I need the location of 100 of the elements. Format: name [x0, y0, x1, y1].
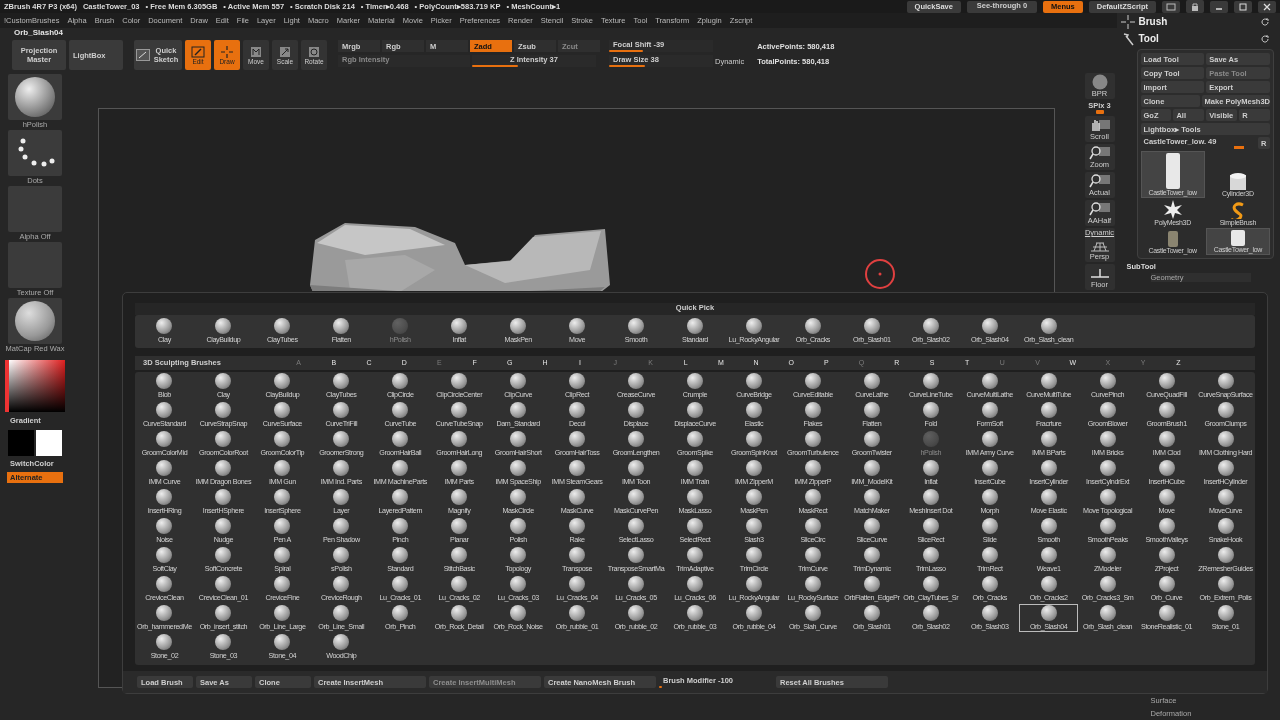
sphere-icon: [215, 430, 232, 447]
sphere-icon: [215, 604, 232, 621]
sphere-icon: [333, 372, 350, 389]
sphere-icon: [922, 401, 939, 418]
sphere-icon: [333, 318, 350, 335]
sphere-icon: [569, 546, 586, 563]
material-thumbnail[interactable]: [8, 298, 62, 344]
sphere-icon: [1158, 372, 1175, 389]
sphere-icon: [333, 401, 350, 418]
sphere-icon: [1217, 459, 1234, 476]
zoom-icon: [1088, 173, 1111, 189]
sphere-icon: [804, 318, 821, 335]
brush-thumbnail[interactable]: [8, 74, 62, 120]
sphere-icon: [274, 575, 291, 592]
sphere-icon: [215, 318, 232, 335]
circular-arrow-icon[interactable]: [1260, 33, 1270, 44]
sphere-icon: [1158, 430, 1175, 447]
sphere-icon: [1158, 401, 1175, 418]
color-picker[interactable]: [5, 360, 65, 412]
sphere-icon: [451, 318, 468, 335]
sphere-icon: [1040, 430, 1057, 447]
sphere-icon: [687, 318, 703, 335]
sphere-icon: [156, 318, 173, 335]
sphere-icon: [1099, 459, 1116, 476]
sphere-icon: [863, 372, 880, 389]
restore-icon[interactable]: [1234, 0, 1252, 13]
sphere-icon: [804, 401, 821, 418]
sphere-icon: [804, 372, 821, 389]
sphere-icon: [628, 459, 645, 476]
sphere-icon: [1158, 459, 1175, 476]
primary-color-swatch[interactable]: [8, 430, 34, 456]
layout-icon[interactable]: [1162, 0, 1180, 13]
sphere-icon: [922, 459, 939, 476]
sphere-icon: [156, 575, 173, 592]
sphere-icon: [451, 459, 468, 476]
sphere-icon: [687, 459, 703, 476]
crosshair-icon: [1120, 14, 1135, 29]
sphere-icon: [1158, 575, 1175, 592]
sphere-icon: [569, 372, 586, 389]
tower-icon: [1230, 230, 1245, 246]
sphere-icon: [1040, 546, 1057, 563]
sphere-icon: [745, 546, 762, 563]
sphere-icon: [156, 488, 173, 505]
s-logo-icon: [1230, 202, 1246, 219]
sphere-icon: [215, 546, 232, 563]
sphere-icon: [863, 575, 880, 592]
sphere-icon: [1217, 546, 1234, 563]
sphere-icon: [863, 604, 880, 621]
sphere-icon: [451, 517, 468, 534]
sphere-icon: [804, 546, 821, 563]
sphere-icon: [510, 488, 527, 505]
sphere-icon: [745, 318, 762, 335]
sphere-icon: [569, 488, 586, 505]
sphere-icon: [215, 459, 232, 476]
sphere-icon: [687, 546, 703, 563]
edit-icon: [191, 45, 205, 58]
tool-palette-title[interactable]: Tool: [1138, 33, 1159, 44]
sphere-icon: [569, 318, 586, 335]
brush-cursor-icon: [865, 259, 895, 289]
sphere-icon: [510, 546, 527, 563]
tower-icon: [1167, 231, 1178, 247]
brush-palette-title[interactable]: Brush: [1138, 16, 1168, 27]
sphere-icon: [451, 604, 468, 621]
slider-thumb[interactable]: [1096, 110, 1105, 114]
sphere-icon: [1217, 401, 1234, 418]
sphere-icon: [510, 575, 527, 592]
minimize-icon[interactable]: [1210, 0, 1228, 13]
sphere-icon: [1040, 401, 1057, 418]
sphere-icon: [804, 430, 821, 447]
sphere-icon: [274, 633, 291, 650]
sphere-icon: [804, 575, 821, 592]
sphere-icon: [1099, 372, 1116, 389]
sphere-icon: [392, 459, 409, 476]
sphere-icon: [687, 517, 703, 534]
scale-icon: [278, 45, 292, 58]
sphere-icon: [745, 517, 762, 534]
close-icon[interactable]: [1258, 0, 1276, 13]
sphere-icon: [392, 546, 409, 563]
sphere-icon: [333, 517, 350, 534]
stroke-thumbnail[interactable]: [8, 130, 62, 176]
sphere-icon: [1040, 372, 1057, 389]
sphere-icon: [451, 401, 468, 418]
sphere-icon: [981, 604, 998, 621]
sphere-icon: [981, 546, 998, 563]
slider-thumb[interactable]: [1234, 146, 1245, 149]
sphere-icon: [628, 575, 645, 592]
slider-thumb[interactable]: [659, 686, 663, 689]
sphere-icon: [1158, 546, 1175, 563]
sphere-icon: [804, 517, 821, 534]
circular-arrow-icon[interactable]: [1260, 16, 1270, 27]
sphere-icon: [1099, 575, 1116, 592]
sphere-icon: [628, 372, 645, 389]
sphere-icon: [628, 488, 645, 505]
secondary-color-swatch[interactable]: [36, 430, 62, 456]
sphere-icon: [333, 459, 350, 476]
lock-icon[interactable]: [1186, 0, 1204, 13]
sphere-icon: [628, 546, 645, 563]
sphere-icon: [981, 488, 998, 505]
sphere-icon: [156, 604, 173, 621]
sphere-icon: [392, 401, 409, 418]
